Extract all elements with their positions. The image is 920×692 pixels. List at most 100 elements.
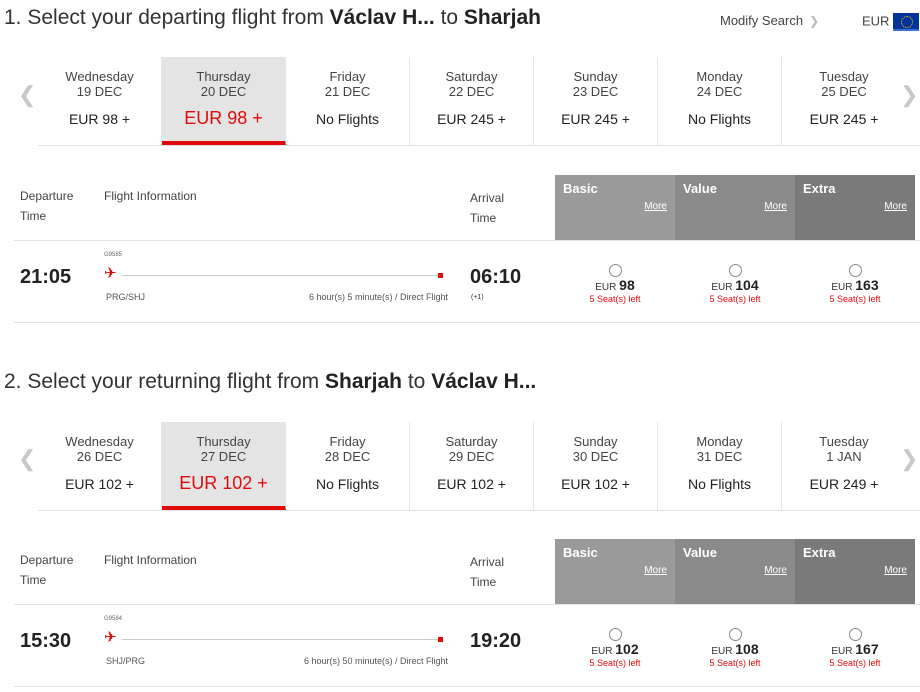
more-link[interactable]: More <box>644 565 667 576</box>
fare-header-value: Value More <box>675 175 795 241</box>
fare-radio[interactable] <box>848 264 862 277</box>
fare-option-extra[interactable]: EUR 167 5 Seat(s) left <box>795 628 915 668</box>
date-tab-selected[interactable]: Thursday 20 DEC EUR 98 + <box>162 57 286 145</box>
date-tab[interactable]: Sunday 23 DEC EUR 245 + <box>534 57 658 145</box>
date-day: Monday <box>696 69 743 84</box>
more-link[interactable]: More <box>764 201 787 212</box>
date-tab[interactable]: Friday 21 DEC No Flights <box>286 57 410 145</box>
date-day: Sunday <box>573 69 618 84</box>
date-price: EUR 98 + <box>184 108 263 128</box>
date-day: Friday <box>329 69 366 84</box>
date-date: 29 DEC <box>448 449 495 464</box>
date-date: 19 DEC <box>76 84 123 99</box>
fare-radio[interactable] <box>728 628 742 641</box>
eu-flag-icon <box>893 13 920 31</box>
row-divider <box>14 604 920 605</box>
row-divider <box>14 686 920 687</box>
route-line <box>122 275 438 276</box>
date-price: EUR 245 + <box>437 111 506 127</box>
fare-radio[interactable] <box>728 264 742 277</box>
fare-header-basic: Basic More <box>555 539 675 605</box>
row-divider <box>14 322 920 323</box>
return-date-bar: Wednesday 26 DEC EUR 102 + Thursday 27 DEC E… <box>38 422 920 511</box>
return-destination: Václav H... <box>431 370 537 393</box>
date-tab[interactable]: Sunday 30 DEC EUR 102 + <box>534 422 658 510</box>
hdr-arrival: Arrival <box>470 555 505 569</box>
fare-currency: EUR <box>595 282 617 293</box>
hdr-time: Time <box>20 573 47 587</box>
seats-left: 5 Seat(s) left <box>589 294 641 304</box>
fare-option-basic[interactable]: EUR 102 5 Seat(s) left <box>555 628 675 668</box>
date-date: 30 DEC <box>572 449 619 464</box>
col-arrival-time: Arrival Time <box>470 188 504 228</box>
date-day: Friday <box>329 434 366 449</box>
hdr-time: Time <box>470 211 497 225</box>
date-day: Saturday <box>445 69 498 84</box>
date-tab[interactable]: Friday 28 DEC No Flights <box>286 422 410 510</box>
hdr-departure: Departure <box>20 553 74 567</box>
date-price: No Flights <box>315 111 380 127</box>
date-price: EUR 102 + <box>437 476 506 492</box>
date-date: 22 DEC <box>448 84 495 99</box>
fare-header-extra: Extra More <box>795 539 915 605</box>
fare-option-extra[interactable]: EUR 163 5 Seat(s) left <box>795 264 915 304</box>
date-date: 27 DEC <box>200 449 247 464</box>
prev-dates-arrow[interactable]: ❮ <box>18 82 36 108</box>
date-tab[interactable]: Saturday 29 DEC EUR 102 + <box>410 422 534 510</box>
return-title: 2. Select your returning flight from Sha… <box>4 370 536 394</box>
more-link[interactable]: More <box>884 565 907 576</box>
date-day: Thursday <box>196 69 251 84</box>
date-tab-selected[interactable]: Thursday 27 DEC EUR 102 + <box>162 422 286 510</box>
col-flight-info: Flight Information <box>104 553 197 567</box>
date-tab[interactable]: Monday 31 DEC No Flights <box>658 422 782 510</box>
currency-selector[interactable]: EUR <box>862 13 920 31</box>
return-to: to <box>402 370 432 393</box>
date-tab[interactable]: Tuesday 1 JAN EUR 249 + <box>782 422 906 510</box>
departure-time: 15:30 <box>20 630 72 652</box>
date-tab[interactable]: Wednesday 26 DEC EUR 102 + <box>38 422 162 510</box>
date-tab[interactable]: Wednesday 19 DEC EUR 98 + <box>38 57 162 145</box>
date-price: EUR 98 + <box>68 111 131 127</box>
fare-currency: EUR <box>831 646 853 657</box>
modify-search-link[interactable]: Modify Search ❯ <box>720 13 819 28</box>
more-link[interactable]: More <box>884 201 907 212</box>
date-tab[interactable]: Monday 24 DEC No Flights <box>658 57 782 145</box>
seats-left: 5 Seat(s) left <box>829 658 881 668</box>
date-price: EUR 245 + <box>809 111 879 127</box>
fare-radio[interactable] <box>848 628 862 641</box>
destination-marker <box>438 273 443 278</box>
route-codes: PRG/SHJ <box>106 292 146 302</box>
fare-option-basic[interactable]: EUR 98 5 Seat(s) left <box>555 264 675 304</box>
more-link[interactable]: More <box>644 201 667 212</box>
fare-currency: EUR <box>711 646 733 657</box>
date-price: No Flights <box>315 476 380 492</box>
date-date: 26 DEC <box>76 449 123 464</box>
date-day: Sunday <box>573 434 618 449</box>
fare-name: Basic <box>563 545 598 560</box>
fare-amount: 102 <box>615 641 639 657</box>
fare-currency: EUR <box>711 282 733 293</box>
flight-number: G9584 <box>104 616 123 622</box>
outbound-date-bar: Wednesday 19 DEC EUR 98 + Thursday 20 DEC EU… <box>38 57 920 146</box>
fare-radio[interactable] <box>608 628 622 641</box>
destination-marker <box>438 637 443 642</box>
date-day: Saturday <box>445 434 498 449</box>
route-line <box>122 639 438 640</box>
return-title-prefix: 2. Select your returning flight from <box>4 370 325 393</box>
fare-currency: EUR <box>591 646 613 657</box>
more-link[interactable]: More <box>764 565 787 576</box>
date-tab[interactable]: Tuesday 25 DEC EUR 245 + <box>782 57 906 145</box>
chevron-right-icon: ❯ <box>809 14 820 28</box>
date-price: No Flights <box>687 476 752 492</box>
date-price: EUR 245 + <box>561 111 630 127</box>
fare-option-value[interactable]: EUR 108 5 Seat(s) left <box>675 628 795 668</box>
fare-radio[interactable] <box>608 264 622 277</box>
date-date: 21 DEC <box>324 84 371 99</box>
prev-dates-arrow[interactable]: ❮ <box>18 446 36 472</box>
seats-left: 5 Seat(s) left <box>829 294 881 304</box>
date-tab[interactable]: Saturday 22 DEC EUR 245 + <box>410 57 534 145</box>
outbound-title-prefix: 1. Select your departing flight from <box>4 6 330 29</box>
route-codes: SHJ/PRG <box>106 656 146 666</box>
date-price: EUR 249 + <box>809 476 879 492</box>
fare-option-value[interactable]: EUR 104 5 Seat(s) left <box>675 264 795 304</box>
